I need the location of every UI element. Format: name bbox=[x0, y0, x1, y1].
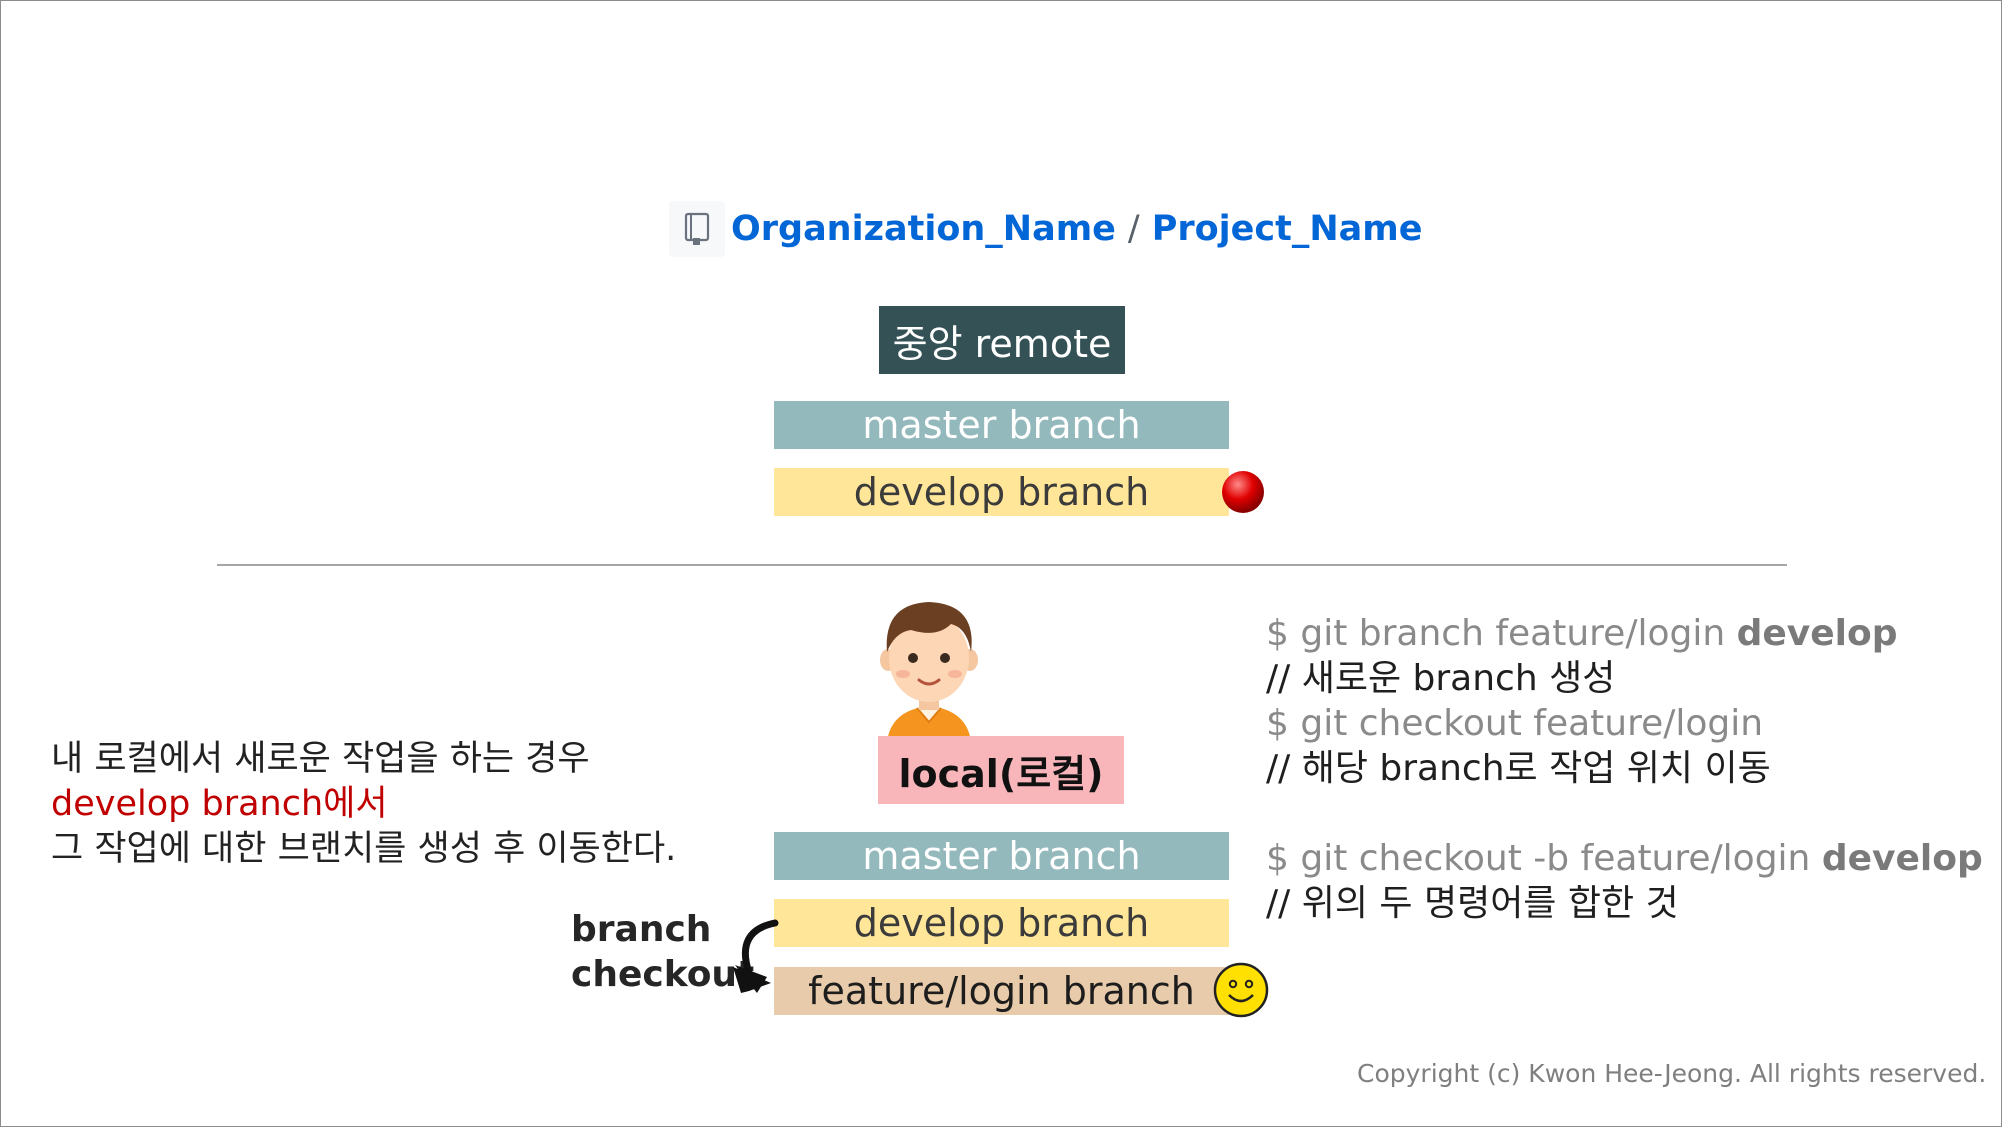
repo-book-icon bbox=[669, 201, 725, 257]
comment-checkout: // 해당 branch로 작업 위치 이동 bbox=[1266, 748, 1771, 789]
repo-header: Organization_Name / Project_Name bbox=[669, 201, 1423, 257]
copyright-text: Copyright (c) Kwon Hee-Jeong. All rights… bbox=[1357, 1059, 1987, 1088]
project-link[interactable]: Project_Name bbox=[1152, 209, 1423, 249]
description-line3: 그 작업에 대한 브랜치를 생성 후 이동한다. bbox=[51, 829, 677, 869]
local-feature-branch: feature/login branch bbox=[774, 967, 1229, 1015]
local-box: local(로컬) bbox=[878, 736, 1124, 804]
remote-master-branch: master branch bbox=[774, 401, 1229, 449]
smiley-icon bbox=[1212, 961, 1270, 1023]
command-checkout: $ git checkout feature/login bbox=[1266, 703, 1764, 744]
command-bold: develop bbox=[1821, 838, 1983, 879]
command-text: $ git branch feature/login bbox=[1266, 613, 1737, 654]
command-block: $ git branch feature/login develop // 새로… bbox=[1266, 611, 1983, 926]
developer-avatar-icon bbox=[873, 594, 985, 746]
description-line2: develop branch에서 bbox=[51, 784, 388, 824]
slide: Organization_Name / Project_Name 중앙 remo… bbox=[0, 0, 2002, 1127]
organization-link[interactable]: Organization_Name bbox=[731, 209, 1116, 249]
command-text: $ git checkout -b feature/login bbox=[1266, 838, 1822, 879]
command-bold: develop bbox=[1736, 613, 1898, 654]
command-branch: $ git branch feature/login develop bbox=[1266, 611, 1983, 656]
red-dot-icon bbox=[1220, 469, 1266, 519]
curved-arrow-icon bbox=[727, 917, 787, 999]
comment-checkout-b: // 위의 두 명령어를 합한 것 bbox=[1266, 883, 1679, 924]
description-line1: 내 로컬에서 새로운 작업을 하는 경우 bbox=[51, 739, 590, 779]
section-divider bbox=[217, 564, 1787, 566]
remote-box: 중앙 remote bbox=[879, 306, 1125, 374]
command-checkout-b: $ git checkout -b feature/login develop bbox=[1266, 836, 1983, 881]
command-gap bbox=[1266, 791, 1983, 836]
local-develop-branch: develop branch bbox=[774, 899, 1229, 947]
description: 내 로컬에서 새로운 작업을 하는 경우 develop branch에서 그 … bbox=[51, 737, 676, 872]
remote-develop-branch: develop branch bbox=[774, 468, 1229, 516]
comment-branch: // 새로운 branch 생성 bbox=[1266, 658, 1616, 699]
repo-separator: / bbox=[1127, 209, 1140, 249]
local-master-branch: master branch bbox=[774, 832, 1229, 880]
